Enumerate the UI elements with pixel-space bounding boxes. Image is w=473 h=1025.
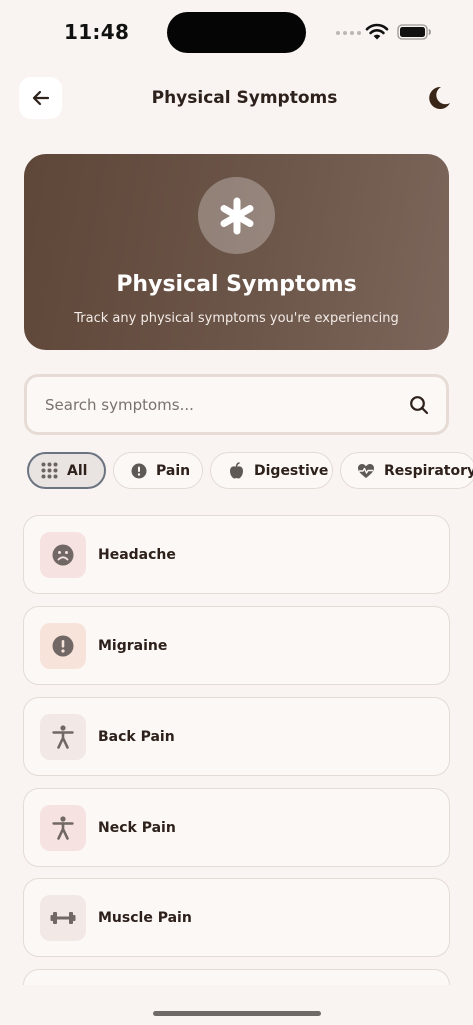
symptom-icon-badge [40, 805, 86, 851]
home-indicator [153, 1011, 321, 1016]
dumbbell-icon [50, 912, 76, 924]
filter-chip-label: Respiratory [384, 462, 473, 479]
hero-icon-badge [198, 177, 275, 254]
wifi-icon [365, 23, 389, 40]
filter-chip-label: All [67, 462, 88, 479]
symptom-label: Muscle Pain [98, 910, 192, 926]
symptom-label: Neck Pain [98, 820, 176, 836]
person-icon [52, 725, 74, 749]
symptom-label: Back Pain [98, 729, 175, 745]
grid-icon [41, 462, 58, 479]
hero-title: Physical Symptoms [116, 272, 357, 297]
list-item[interactable]: Migraine [23, 606, 450, 685]
list-item[interactable]: Muscle Pain [23, 878, 450, 957]
symptom-label: Headache [98, 547, 176, 563]
cellular-signal-icon [336, 31, 361, 35]
page-title: Physical Symptoms [151, 88, 338, 108]
person-icon [52, 816, 74, 840]
filter-chip-digestive[interactable]: Digestive [210, 452, 333, 489]
filter-chip-respiratory[interactable]: Respiratory [340, 452, 473, 489]
filter-chip-label: Digestive [254, 462, 329, 479]
symptom-label: Migraine [98, 638, 168, 654]
search-icon[interactable] [409, 395, 429, 415]
hero-card: Physical Symptoms Track any physical sym… [24, 154, 449, 350]
asterisk-icon [220, 197, 253, 234]
list-item[interactable]: Headache [23, 515, 450, 594]
apple-icon [230, 462, 243, 479]
list-item[interactable]: Neck Pain [23, 788, 450, 867]
list-item[interactable] [23, 969, 450, 985]
alert-circle-icon [52, 635, 74, 657]
filter-chips: All Pain Digestive Respiratory [27, 452, 473, 490]
symptom-icon-badge [40, 714, 86, 760]
dynamic-island [167, 12, 306, 53]
moon-icon[interactable] [425, 84, 453, 112]
search-bar [24, 374, 449, 435]
filter-chip-pain[interactable]: Pain [113, 452, 203, 489]
filter-chip-all[interactable]: All [27, 452, 106, 489]
hero-subtitle: Track any physical symptoms you're exper… [74, 311, 399, 326]
status-time: 11:48 [64, 20, 130, 44]
symptom-icon-badge [40, 895, 86, 941]
symptom-icon-badge [40, 532, 86, 578]
battery-icon [397, 24, 431, 40]
status-bar: 11:48 [0, 0, 473, 62]
sad-face-icon [52, 544, 74, 566]
list-item[interactable]: Back Pain [23, 697, 450, 776]
symptom-icon-badge [40, 623, 86, 669]
symptom-list: Headache Migraine Back Pain Neck Pain Mu… [23, 515, 450, 985]
search-input[interactable] [45, 377, 395, 432]
alert-circle-icon [131, 463, 147, 478]
filter-chip-label: Pain [156, 462, 191, 479]
heart-pulse-icon [358, 463, 374, 478]
